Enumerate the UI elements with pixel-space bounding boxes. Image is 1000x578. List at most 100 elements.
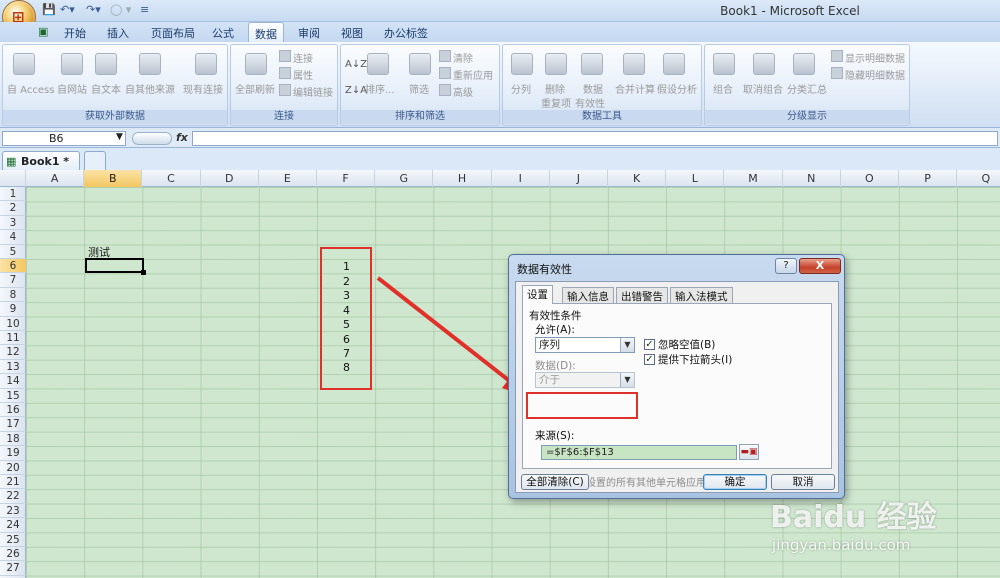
column-header-G[interactable]: G: [375, 170, 434, 187]
row-header-11[interactable]: 11: [0, 331, 26, 346]
text-to-columns-button[interactable]: 分列: [511, 81, 531, 96]
row-header-13[interactable]: 13: [0, 360, 26, 375]
row-header-22[interactable]: 22: [0, 489, 26, 504]
allow-select[interactable]: 序列 ▼: [535, 337, 635, 353]
row-header-3[interactable]: 3: [0, 216, 26, 231]
tab-settings[interactable]: 设置: [522, 285, 553, 304]
formula-input[interactable]: [192, 131, 998, 146]
formula-separator-handle[interactable]: [132, 132, 172, 145]
connections-button[interactable]: 连接: [293, 50, 313, 65]
from-other-sources-button[interactable]: 自其他来源: [125, 81, 175, 96]
column-header-B[interactable]: B: [84, 170, 143, 187]
column-header-O[interactable]: O: [841, 170, 899, 187]
active-cell-B6[interactable]: [85, 258, 144, 273]
what-if-button[interactable]: 假设分析: [657, 81, 697, 96]
data-validation-label-1[interactable]: 数据: [583, 81, 603, 96]
source-input[interactable]: =$F$6:$F$13: [541, 445, 737, 460]
column-header-E[interactable]: E: [259, 170, 317, 187]
hide-detail-button[interactable]: 隐藏明细数据: [845, 67, 905, 82]
row-header-4[interactable]: 4: [0, 230, 26, 245]
ungroup-button[interactable]: 取消组合: [743, 81, 783, 96]
tab-formulas[interactable]: 公式: [212, 25, 234, 41]
row-header-27[interactable]: 27: [0, 561, 26, 576]
row-header-5[interactable]: 5: [0, 245, 26, 259]
column-header-H[interactable]: H: [433, 170, 492, 187]
row-header-6[interactable]: 6: [0, 259, 26, 274]
tab-error-alert[interactable]: 出错警告: [616, 287, 668, 303]
column-header-A[interactable]: A: [26, 170, 85, 187]
tab-home[interactable]: 开始: [64, 25, 86, 41]
column-header-K[interactable]: K: [608, 170, 667, 187]
properties-button[interactable]: 属性: [293, 67, 313, 82]
row-header-18[interactable]: 18: [0, 432, 26, 447]
from-access-button[interactable]: 自 Access: [7, 81, 54, 96]
row-header-14[interactable]: 14: [0, 374, 26, 389]
from-web-button[interactable]: 自网站: [57, 81, 87, 96]
data-select[interactable]: 介于 ▼: [535, 372, 635, 388]
row-header-2[interactable]: 2: [0, 201, 26, 216]
sort-asc-icon[interactable]: A↓Z: [345, 59, 367, 70]
row-header-15[interactable]: 15: [0, 389, 26, 403]
consolidate-button[interactable]: 合并计算: [615, 81, 655, 96]
edit-links-button[interactable]: 编辑链接: [293, 84, 333, 99]
ignore-blank-checkbox[interactable]: ✓: [644, 339, 655, 350]
reapply-button[interactable]: 重新应用: [453, 67, 493, 82]
remove-duplicates-label-1[interactable]: 删除: [545, 81, 565, 96]
column-header-Q[interactable]: Q: [957, 170, 1000, 187]
row-header-16[interactable]: 16: [0, 403, 26, 418]
column-header-N[interactable]: N: [783, 170, 841, 187]
column-header-J[interactable]: J: [550, 170, 608, 187]
column-header-D[interactable]: D: [201, 170, 259, 187]
dropdown-checkbox[interactable]: ✓: [644, 354, 655, 365]
select-all-corner[interactable]: [0, 170, 26, 187]
close-button[interactable]: X: [799, 258, 841, 274]
sort-button[interactable]: 排序...: [365, 81, 395, 96]
row-header-25[interactable]: 25: [0, 533, 26, 547]
column-header-F[interactable]: F: [317, 170, 376, 187]
row-header-17[interactable]: 17: [0, 417, 26, 432]
existing-connections-button[interactable]: 现有连接: [183, 81, 223, 96]
row-header-26[interactable]: 26: [0, 547, 26, 562]
row-header-21[interactable]: 21: [0, 475, 26, 490]
row-header-7[interactable]: 7: [0, 273, 26, 288]
tab-ime-mode[interactable]: 输入法模式: [670, 287, 733, 303]
clear-all-button[interactable]: 全部清除(C): [521, 474, 589, 490]
data-validation-label-2[interactable]: 有效性: [575, 95, 605, 110]
tab-office-tab[interactable]: 办公标签: [384, 25, 428, 41]
ok-button[interactable]: 确定: [703, 474, 767, 490]
remove-duplicates-label-2[interactable]: 重复项: [541, 95, 571, 110]
column-header-P[interactable]: P: [899, 170, 958, 187]
row-header-24[interactable]: 24: [0, 518, 26, 533]
row-header-19[interactable]: 19: [0, 446, 26, 461]
row-header-9[interactable]: 9: [0, 302, 26, 317]
collapse-dialog-icon[interactable]: ▬▣: [739, 444, 759, 460]
tab-review[interactable]: 审阅: [298, 25, 320, 41]
row-header-20[interactable]: 20: [0, 461, 26, 475]
filter-button[interactable]: 筛选: [409, 81, 429, 96]
tab-view[interactable]: 视图: [341, 25, 363, 41]
tab-data[interactable]: 数据: [248, 22, 284, 43]
tab-input-message[interactable]: 输入信息: [562, 287, 614, 303]
tab-page-layout[interactable]: 页面布局: [151, 25, 195, 41]
help-button[interactable]: ?: [775, 258, 797, 274]
column-header-L[interactable]: L: [666, 170, 725, 187]
column-header-I[interactable]: I: [492, 170, 550, 187]
clear-button[interactable]: 清除: [453, 50, 473, 65]
insert-function-icon[interactable]: fx: [176, 131, 188, 144]
show-detail-button[interactable]: 显示明细数据: [845, 50, 905, 65]
column-header-M[interactable]: M: [724, 170, 783, 187]
group-button[interactable]: 组合: [713, 81, 733, 96]
sort-desc-icon[interactable]: Z↓A: [345, 85, 367, 96]
row-header-23[interactable]: 23: [0, 504, 26, 519]
workbook-tab-book1[interactable]: ▦ Book1 *: [2, 151, 80, 170]
row-header-1[interactable]: 1: [0, 187, 26, 202]
row-header-10[interactable]: 10: [0, 317, 26, 331]
row-header-8[interactable]: 8: [0, 288, 26, 303]
subtotal-button[interactable]: 分类汇总: [787, 81, 827, 96]
name-box-dropdown-icon[interactable]: ▼: [116, 132, 123, 142]
new-workbook-tab[interactable]: [84, 151, 106, 170]
name-box[interactable]: B6: [2, 131, 126, 146]
tab-insert[interactable]: 插入: [107, 25, 129, 41]
advanced-button[interactable]: 高级: [453, 84, 473, 99]
fill-handle[interactable]: [141, 270, 146, 275]
